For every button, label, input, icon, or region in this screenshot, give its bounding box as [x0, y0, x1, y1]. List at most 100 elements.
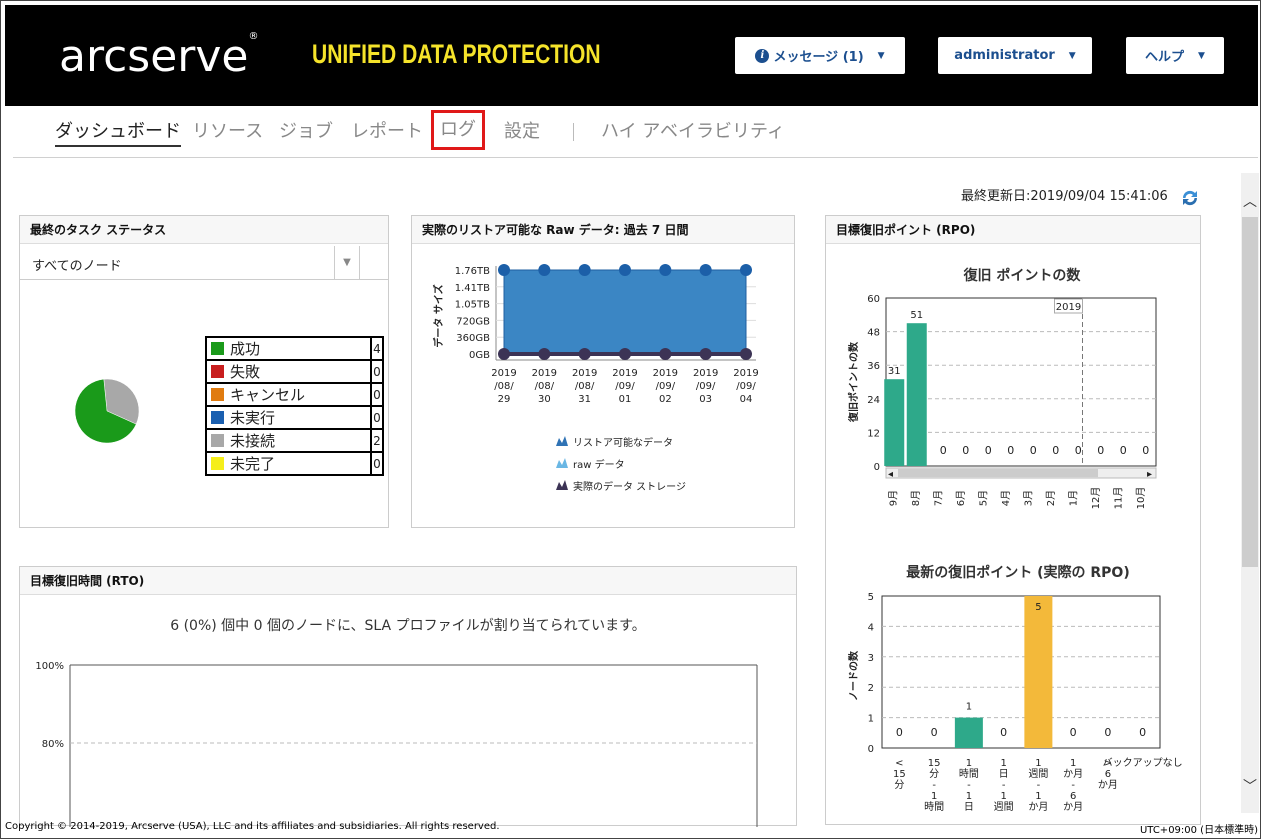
help-button[interactable]: ヘルプ ▼: [1126, 37, 1224, 74]
y-tick-label: 0: [874, 462, 880, 473]
panel-title: 目標復旧ポイント (RPO): [826, 216, 1200, 244]
messages-button[interactable]: i メッセージ (1) ▼: [735, 37, 905, 74]
legend-label: 失敗: [230, 363, 261, 381]
bar: [906, 323, 927, 466]
node-filter-dropdown[interactable]: すべてのノード ▼: [20, 246, 388, 280]
legend-label: raw データ: [573, 458, 625, 471]
data-label: 0: [1030, 444, 1037, 457]
user-menu-button[interactable]: administrator ▼: [938, 37, 1092, 74]
data-label: 0: [962, 444, 969, 457]
tab-resources[interactable]: リソース: [192, 117, 263, 147]
refresh-icon[interactable]: [1179, 187, 1201, 209]
data-label: 0: [1097, 444, 1104, 457]
x-tick-label: 2019/09/04: [733, 368, 758, 405]
point-storage: [578, 348, 591, 360]
data-label: 0: [1000, 726, 1007, 739]
nav-separator: [573, 123, 574, 141]
legend-count: 4: [370, 336, 384, 361]
legend-count: 0: [370, 359, 384, 384]
rto-message: 6 (0%) 個中 0 個のノードに、SLA プロファイルが割り当てられています…: [170, 618, 646, 634]
timezone-text: UTC+09:00 (日本標準時): [1139, 825, 1258, 836]
product-name: UNIFIED DATA PROTECTION: [312, 39, 601, 69]
legend-row: 未接続 2: [205, 428, 384, 453]
legend-label: 未接続: [230, 432, 276, 450]
rto-panel: 目標復旧時間 (RTO) 6 (0%) 個中 0 個のノードに、SLA プロファ…: [19, 566, 797, 827]
tab-reports[interactable]: レポート: [351, 117, 423, 147]
legend-label: 未完了: [230, 455, 276, 473]
bar: [1024, 596, 1053, 748]
point-storage: [740, 348, 752, 360]
point-storage: [498, 348, 510, 360]
x-tick-label: 1 週間-1 か月: [1028, 758, 1048, 813]
rpo-charts: 復旧 ポイントの数01224364860復旧ポイントの数2019319月518月…: [847, 267, 1183, 813]
main-nav: ダッシュボード リソース ジョブ レポート ログ 設定 ハイ アベイラビリティ: [13, 107, 1258, 158]
chevron-down-icon[interactable]: ▼: [334, 246, 360, 280]
x-tick-label: 3月: [1022, 490, 1034, 506]
legend-swatch: [211, 365, 224, 378]
data-label: 0: [1104, 726, 1111, 739]
last-updated-text: 最終更新日:2019/09/04 15:41:06: [961, 189, 1168, 204]
y-axis-label: データ サイズ: [432, 284, 445, 347]
tab-high-availability[interactable]: ハイ アベイラビリティ: [601, 117, 785, 147]
x-tick-label: 2019/09/03: [693, 368, 718, 405]
y-tick-label: 4: [868, 622, 874, 633]
tab-settings[interactable]: 設定: [504, 117, 540, 147]
data-label: 0: [1139, 726, 1146, 739]
y-tick-label: 0GB: [469, 350, 490, 361]
x-tick-label: 2019/08/29: [491, 368, 516, 405]
rto-chart: 100% 80%: [35, 661, 758, 827]
y-tick-label: 1.05TB: [455, 300, 490, 311]
tab-log[interactable]: ログ: [431, 110, 485, 150]
task-status-legend: 成功 4 失敗 0 キャンセル 0 未実行 0 未接続 2 未完了 0: [205, 336, 384, 476]
y-tick-label: 1.41TB: [455, 283, 490, 294]
data-label: 0: [940, 444, 947, 457]
x-tick-label: 15 分-1 時間: [924, 758, 944, 813]
x-tick-label: 2019/09/01: [612, 368, 637, 405]
x-tick-label: 9月: [887, 490, 899, 506]
x-tick-label: 5月: [977, 490, 989, 506]
legend-label: リストア可能なデータ: [573, 436, 673, 449]
chart-title: 復旧 ポイントの数: [963, 267, 1082, 284]
chart-scrollbar-thumb: [898, 469, 1098, 477]
legend-area-icon: [556, 458, 568, 468]
x-tick-label: 2019/08/31: [572, 368, 597, 405]
scroll-up-icon[interactable]: ︿: [1241, 191, 1259, 211]
y-tick-label: 3: [868, 653, 874, 664]
x-tick-label: 7月: [932, 490, 944, 506]
legend-row: 未完了 0: [205, 451, 384, 476]
panel-title: 実際のリストア可能な Raw データ: 過去 7 日間: [412, 216, 794, 244]
scroll-down-icon[interactable]: ﹀: [1241, 776, 1259, 796]
data-label: 5: [1035, 602, 1041, 613]
x-tick-label: 1 日-1 週間: [994, 758, 1014, 813]
panel-title: 最終のタスク ステータス: [20, 216, 388, 244]
point-storage: [699, 348, 712, 360]
area-restorable: [503, 269, 747, 355]
point-storage: [619, 348, 631, 360]
data-label: 0: [1075, 444, 1082, 457]
chart-title: 最新の復旧ポイント (実際の RPO): [906, 564, 1130, 581]
legend-swatch: [211, 411, 224, 424]
user-label: administrator: [954, 48, 1055, 63]
data-label: 0: [1052, 444, 1059, 457]
messages-label: メッセージ (1): [773, 50, 864, 65]
y-axis-label: ノードの数: [847, 650, 860, 701]
scrollbar-thumb[interactable]: [1242, 217, 1258, 567]
data-label: 31: [888, 366, 901, 377]
point-restorable: [619, 264, 631, 276]
brand-text: arcserve: [59, 31, 249, 82]
tab-jobs[interactable]: ジョブ: [279, 117, 333, 147]
header-bar: arcserve® UNIFIED DATA PROTECTION i メッセー…: [5, 5, 1258, 106]
x-tick-label: 11月: [1112, 487, 1124, 510]
legend-label: 成功: [230, 340, 261, 358]
point-storage: [659, 348, 672, 360]
x-tick-label: 1 時間-1 日: [959, 758, 979, 813]
plot-frame: [881, 595, 1161, 749]
y-tick-label: 36: [867, 361, 880, 372]
y-tick-label: 48: [867, 328, 880, 339]
raw-data-area-chart: データ サイズ 1.76TB1.41TB1.05TB720GB360GB0GB2…: [432, 264, 759, 493]
data-label: 0: [896, 726, 903, 739]
legend-swatch: [211, 342, 224, 355]
scroll-left-icon: ◂: [888, 469, 893, 480]
legend-count: 0: [370, 451, 384, 476]
tab-dashboard[interactable]: ダッシュボード: [55, 117, 181, 147]
